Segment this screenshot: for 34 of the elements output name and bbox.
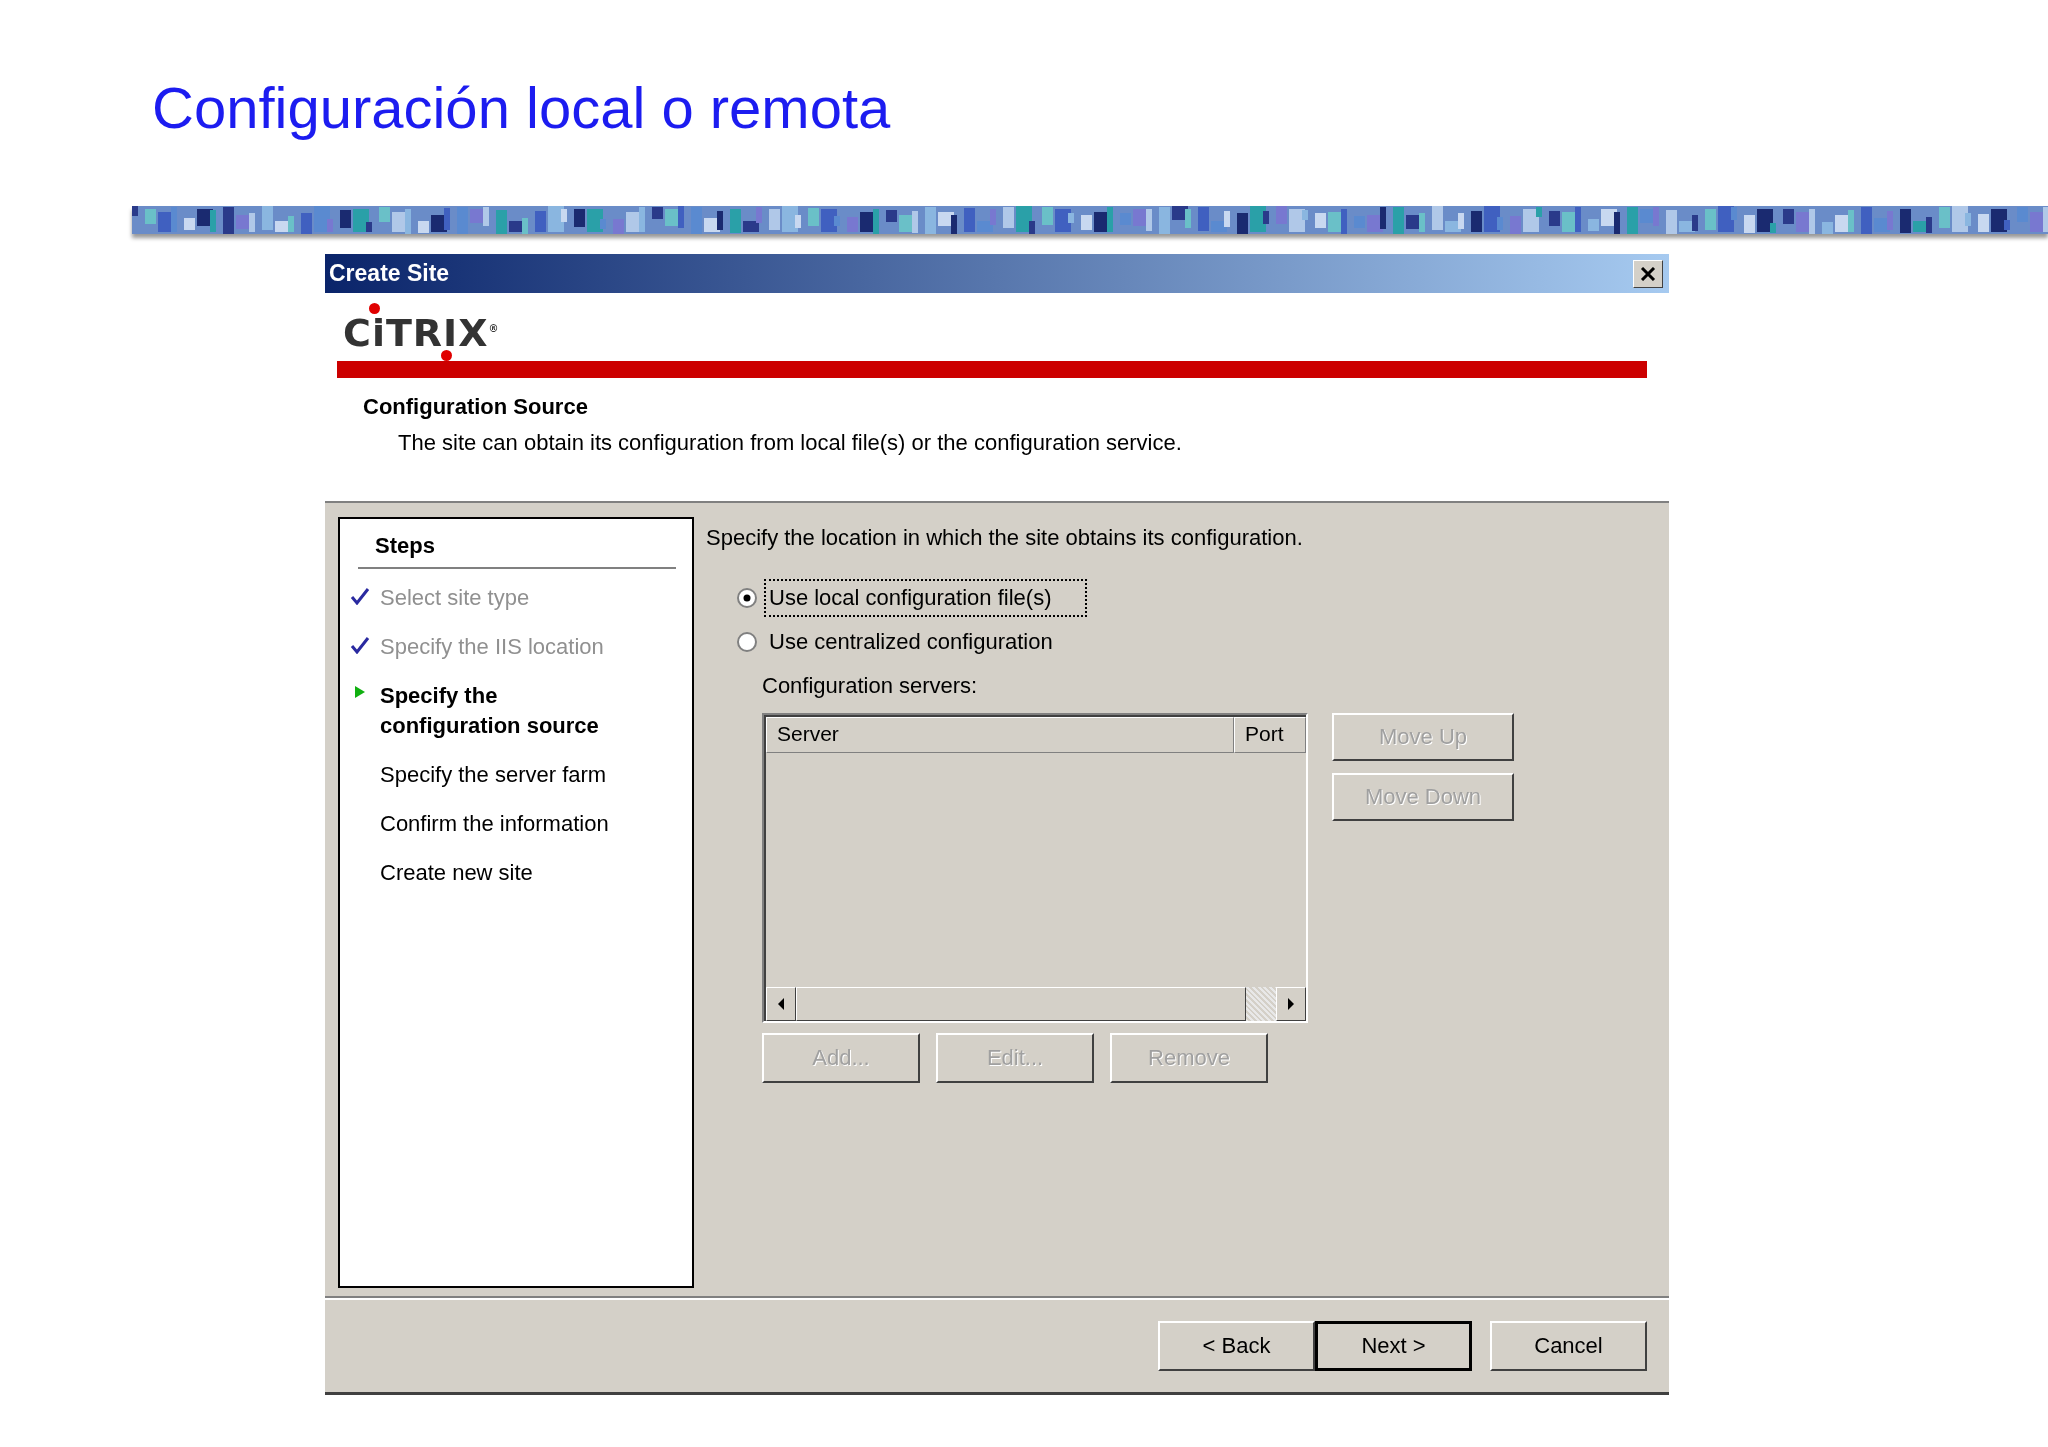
slide-title: Configuración local o remota: [151, 74, 892, 142]
logo: CiTRIX$^{®}$: [341, 303, 502, 361]
radio-button[interactable]: [736, 587, 758, 609]
step-label: Specify the configuration source: [380, 682, 600, 740]
left-arrow-icon: [777, 998, 785, 1010]
scroll-track[interactable]: [1246, 987, 1276, 1021]
wizard-button[interactable]: Next >: [1315, 1321, 1472, 1371]
radio-label[interactable]: Use centralized configuration: [764, 623, 1089, 661]
radio-button[interactable]: [736, 631, 758, 653]
step-label: Confirm the information: [380, 810, 609, 838]
window-title: Create Site: [329, 260, 450, 287]
wizard-button[interactable]: < Back: [1158, 1321, 1315, 1371]
servers-label: Configuration servers:: [762, 673, 979, 699]
section-description: The site can obtain its configuration from local file(s) or the configuration service.: [398, 429, 1183, 456]
close-button[interactable]: [1633, 259, 1663, 288]
scroll-thumb[interactable]: [796, 987, 1246, 1021]
server-list[interactable]: Server Port: [762, 713, 1308, 1023]
steps-title: Steps: [358, 533, 676, 569]
column-header[interactable]: Server: [766, 717, 1234, 753]
checkmark-icon: [350, 587, 370, 605]
column-header[interactable]: Port: [1234, 717, 1306, 753]
close-icon: [1640, 266, 1656, 281]
radio-label[interactable]: Use local configuration file(s): [764, 579, 1088, 617]
checkmark-icon: [350, 636, 370, 654]
right-arrow-icon: [1287, 998, 1295, 1010]
instruction-text: Specify the location in which the site obtains its configuration.: [706, 525, 1304, 551]
horizontal-scrollbar[interactable]: [766, 987, 1306, 1021]
arrow-icon: [354, 685, 366, 699]
step-label: Specify the server farm: [380, 761, 607, 789]
step-label: Specify the IIS location: [380, 633, 604, 661]
section-title: Configuration Source: [363, 393, 589, 420]
step-label: Create new site: [380, 859, 533, 887]
wizard-button[interactable]: Cancel: [1490, 1321, 1647, 1371]
step-label: Select site type: [380, 584, 530, 612]
